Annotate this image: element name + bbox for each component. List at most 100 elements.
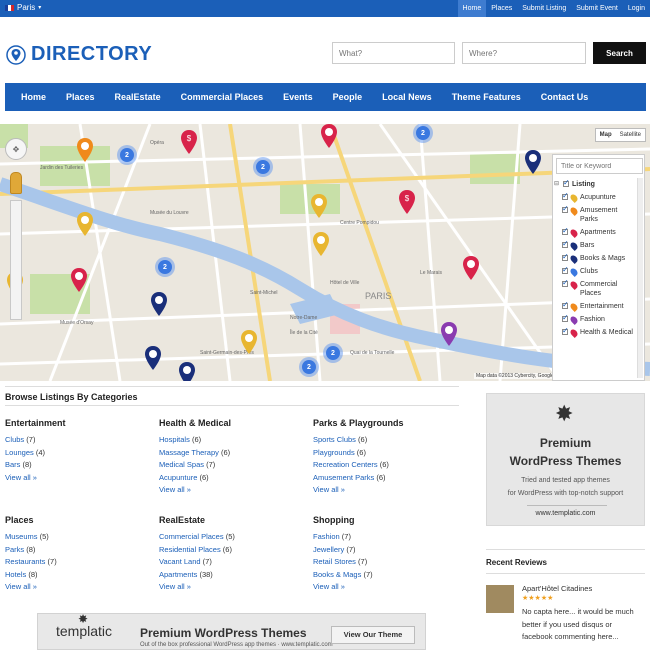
marker-cluster[interactable]: 2 (302, 360, 316, 374)
category-link[interactable]: Massage Therapy (6) (159, 447, 299, 460)
nav-places[interactable]: Places (56, 83, 105, 111)
filter-item[interactable]: Apartments (553, 226, 637, 239)
filter-item[interactable]: Commercial Places (553, 278, 637, 300)
category-link[interactable]: Bars (8) (5, 459, 145, 472)
checkbox[interactable] (562, 204, 569, 213)
map-pin-yellow[interactable] (240, 330, 258, 354)
search-button[interactable]: Search (593, 42, 646, 64)
marker-cluster[interactable]: 2 (326, 346, 340, 360)
view-our-theme-button[interactable]: View Our Theme (331, 626, 415, 644)
checkbox[interactable] (562, 226, 569, 235)
sidebar-ad[interactable]: ✸ Premium WordPress Themes Tried and tes… (486, 393, 645, 526)
category-link[interactable]: Playgrounds (6) (313, 447, 453, 460)
map-pin-navy[interactable] (144, 346, 162, 370)
filter-item[interactable]: Health & Medical (553, 326, 637, 339)
keyword-filter-input[interactable] (556, 158, 643, 174)
category-link[interactable]: Sports Clubs (6) (313, 434, 453, 447)
category-link[interactable]: Clubs (7) (5, 434, 145, 447)
filter-item[interactable]: Bars (553, 239, 637, 252)
category-link[interactable]: Recreation Centers (6) (313, 459, 453, 472)
category-link[interactable]: Amusement Parks (6) (313, 472, 453, 485)
filter-item[interactable]: Clubs (553, 265, 637, 278)
map-pin-red[interactable]: $ (180, 130, 198, 154)
nav-realestate[interactable]: RealEstate (105, 83, 171, 111)
map-pin-yellow[interactable] (76, 212, 94, 236)
checkbox[interactable] (562, 265, 569, 274)
map-type-satellite-button[interactable]: Satellite (616, 129, 645, 141)
category-link[interactable]: Lounges (4) (5, 447, 145, 460)
nav-events[interactable]: Events (273, 83, 323, 111)
category-link[interactable]: Retail Stores (7) (313, 556, 453, 569)
map-pin-navy[interactable] (150, 292, 168, 316)
nav-contact-us[interactable]: Contact Us (531, 83, 599, 111)
map-pin-red[interactable] (462, 256, 480, 280)
nav-commercial-places[interactable]: Commercial Places (171, 83, 274, 111)
map-pin-red[interactable]: $ (398, 190, 416, 214)
category-link[interactable]: Residential Places (6) (159, 544, 299, 557)
top-nav-submit-event[interactable]: Submit Event (571, 0, 623, 17)
map-pin-yellow[interactable] (310, 194, 328, 218)
category-link[interactable]: Commercial Places (5) (159, 531, 299, 544)
view-all-link[interactable]: View all » (5, 581, 145, 594)
marker-cluster[interactable]: 2 (256, 160, 270, 174)
map-pin-yellow[interactable] (312, 232, 330, 256)
checkbox[interactable] (562, 278, 569, 287)
category-link[interactable]: Apartments (38) (159, 569, 299, 582)
top-nav-login[interactable]: Login (623, 0, 650, 17)
filter-item[interactable]: Entertainment (553, 300, 637, 313)
category-link[interactable]: Medical Spas (7) (159, 459, 299, 472)
site-logo[interactable]: DIRECTORY (6, 43, 152, 66)
filter-item-listing[interactable]: ⊟ Listing (553, 178, 637, 191)
category-link[interactable]: Hotels (8) (5, 569, 145, 582)
view-all-link[interactable]: View all » (159, 581, 299, 594)
map-pin-purple[interactable] (440, 322, 458, 346)
marker-cluster[interactable]: 2 (158, 260, 172, 274)
category-link[interactable]: Hospitals (6) (159, 434, 299, 447)
nav-local-news[interactable]: Local News (372, 83, 442, 111)
street-view-pegman-icon[interactable] (10, 172, 22, 194)
zoom-slider[interactable] (10, 200, 22, 320)
search-what-input[interactable] (332, 42, 455, 64)
filter-item[interactable]: Acupunture (553, 191, 637, 204)
checkbox[interactable] (563, 178, 570, 187)
category-link[interactable]: Parks (8) (5, 544, 145, 557)
review-place-name[interactable]: Apart'Hôtel Citadines (522, 584, 592, 593)
search-where-input[interactable] (462, 42, 586, 64)
map-pin-orange[interactable] (76, 138, 94, 162)
top-nav-places[interactable]: Places (486, 0, 517, 17)
map-pin-red[interactable] (70, 268, 88, 292)
checkbox[interactable] (562, 239, 569, 248)
nav-theme-features[interactable]: Theme Features (442, 83, 531, 111)
pan-control[interactable]: ✥ (5, 138, 27, 160)
checkbox[interactable] (562, 300, 569, 309)
map-type-map-button[interactable]: Map (596, 129, 616, 141)
category-link[interactable]: Restaurants (7) (5, 556, 145, 569)
category-link[interactable]: Fashion (7) (313, 531, 453, 544)
nav-home[interactable]: Home (11, 83, 56, 111)
category-link[interactable]: Museums (5) (5, 531, 145, 544)
filter-item[interactable]: Amusement Parks (553, 204, 637, 226)
marker-cluster[interactable]: 2 (416, 126, 430, 140)
toggle-icon[interactable]: ⊟ (554, 180, 560, 189)
review-avatar[interactable] (486, 585, 514, 613)
filter-item[interactable]: Fashion (553, 313, 637, 326)
bottom-banner-ad[interactable]: ✸ templatic Premium WordPress Themes Out… (37, 612, 426, 650)
map-pin-red[interactable] (320, 124, 338, 148)
checkbox[interactable] (562, 252, 569, 261)
top-nav-submit-listing[interactable]: Submit Listing (517, 0, 571, 17)
marker-cluster[interactable]: 2 (120, 148, 134, 162)
view-all-link[interactable]: View all » (313, 484, 453, 497)
checkbox[interactable] (562, 191, 569, 200)
category-link[interactable]: Vacant Land (7) (159, 556, 299, 569)
top-nav-home[interactable]: Home (457, 0, 487, 17)
map-pin-navy[interactable] (178, 362, 196, 381)
category-link[interactable]: Jewellery (7) (313, 544, 453, 557)
filter-scrollbar[interactable] (637, 178, 643, 378)
nav-people[interactable]: People (323, 83, 373, 111)
view-all-link[interactable]: View all » (313, 581, 453, 594)
city-selector[interactable]: Paris ▾ (5, 3, 41, 12)
map-pin-navy[interactable] (524, 150, 542, 174)
view-all-link[interactable]: View all » (5, 472, 145, 485)
map-canvas[interactable]: Jardin des Tuileries Musée du Louvre Cen… (0, 124, 650, 381)
checkbox[interactable] (562, 313, 569, 322)
